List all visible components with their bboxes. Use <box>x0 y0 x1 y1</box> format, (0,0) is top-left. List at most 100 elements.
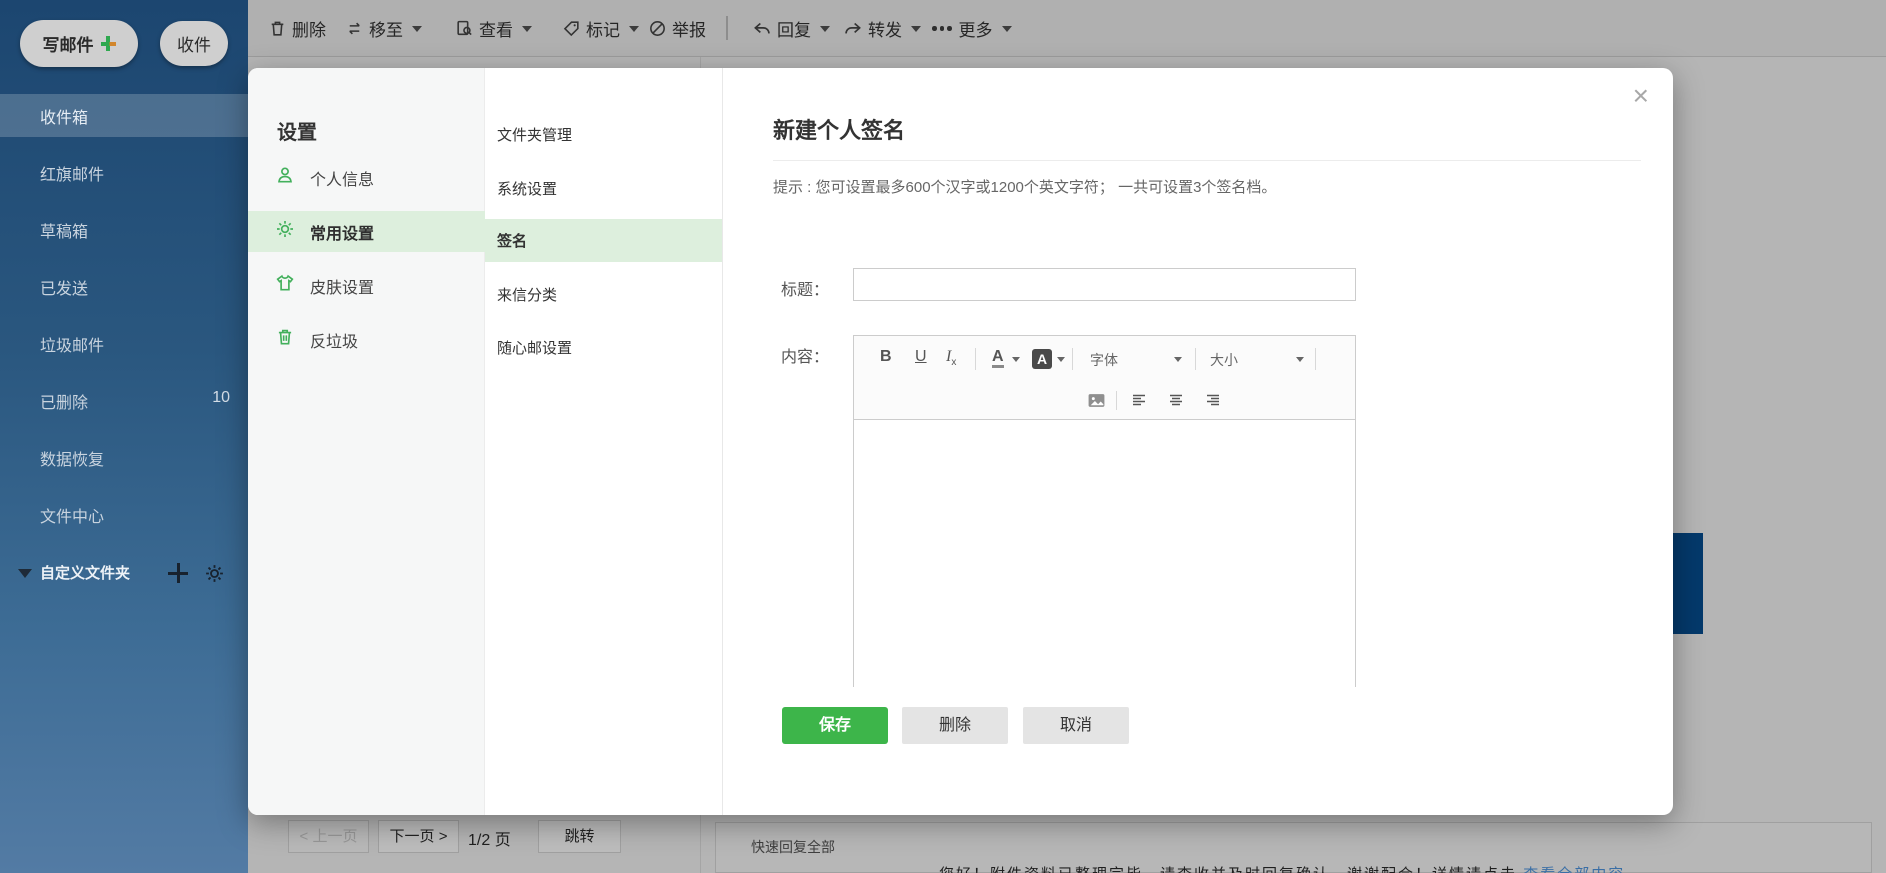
close-icon[interactable]: × <box>1633 82 1649 110</box>
folder-settings-gear-icon[interactable] <box>204 563 225 584</box>
editor-body[interactable] <box>854 420 1355 687</box>
text-color-icon[interactable]: A <box>992 348 1004 368</box>
move-to-dropdown[interactable]: 移至 <box>345 0 422 57</box>
settings-subnav: 文件夹管理 系统设置 签名 来信分类 随心邮设置 <box>485 68 722 815</box>
settings-nav: 设置 个人信息 常用设置 皮肤设置 反垃圾 <box>248 68 485 815</box>
clear-format-icon[interactable]: Ix <box>946 348 956 368</box>
trash-icon <box>271 21 284 36</box>
gear-icon <box>277 221 293 237</box>
settings-modal: 设置 个人信息 常用设置 皮肤设置 反垃圾 文件夹管理 系统设置 签名 来信分类… <box>248 68 1673 815</box>
content-label: 内容： <box>781 349 830 366</box>
signature-title-input[interactable] <box>853 268 1356 301</box>
jump-page-button[interactable]: 跳转 <box>538 820 621 853</box>
underline-icon[interactable]: U <box>915 348 927 366</box>
font-family-select[interactable]: 字体 <box>1090 350 1118 370</box>
add-folder-icon[interactable] <box>168 563 188 583</box>
editor-divider <box>1072 348 1073 370</box>
sidebar-item-spam[interactable]: 垃圾邮件 <box>40 332 230 356</box>
clipped-link: 查看全部内容 <box>1523 866 1625 873</box>
sidebar-item-inbox[interactable]: 收件箱 <box>40 104 230 128</box>
align-center-icon[interactable] <box>1167 391 1185 409</box>
custom-folders-row[interactable]: 自定义文件夹 <box>0 560 248 588</box>
sidebar-item-flagged[interactable]: 红旗邮件 <box>40 161 230 185</box>
sidebar-item-sent[interactable]: 已发送 <box>40 275 230 299</box>
nav-item-anti-spam[interactable]: 反垃圾 <box>248 325 485 355</box>
receive-label: 收件 <box>177 36 211 55</box>
view-dropdown[interactable]: 查看 <box>455 0 532 57</box>
align-left-icon[interactable] <box>1130 391 1148 409</box>
caret-down-icon <box>629 25 639 32</box>
deleted-count-badge: 10 <box>212 389 230 406</box>
title-label: 标题： <box>781 282 830 299</box>
cancel-button[interactable]: 取消 <box>1023 707 1129 744</box>
editor-divider <box>1195 348 1196 370</box>
caret-down-icon <box>522 25 532 32</box>
nav-item-personal-info[interactable]: 个人信息 <box>248 163 485 193</box>
subnav-signature[interactable]: 签名 <box>497 230 527 251</box>
editor-divider <box>1315 348 1316 370</box>
sidebar-item-drafts[interactable]: 草稿箱 <box>40 218 230 242</box>
nav-item-common-settings[interactable]: 常用设置 <box>248 217 485 247</box>
report-icon <box>650 21 665 36</box>
prev-page-button[interactable]: < 上一页 <box>288 820 369 853</box>
tshirt-icon <box>276 274 294 291</box>
custom-folders-label: 自定义文件夹 <box>40 565 131 582</box>
caret-down-icon <box>911 25 921 32</box>
compose-label: 写邮件 <box>42 36 94 55</box>
quick-reply-panel[interactable]: 快速回复全部 您好！附件资料已整理完毕，请查收并及时回复确认，谢谢配合！详情请点… <box>715 822 1872 873</box>
subnav-folder-management[interactable]: 文件夹管理 <box>497 124 572 145</box>
compose-button[interactable]: 写邮件 <box>20 20 138 67</box>
nav-item-skin-settings[interactable]: 皮肤设置 <box>248 271 485 301</box>
caret-down-icon[interactable] <box>1296 357 1304 362</box>
subnav-suixin-mail[interactable]: 随心邮设置 <box>497 337 572 358</box>
panel-title: 新建个人签名 <box>773 118 906 143</box>
compose-plus-icon <box>100 36 116 51</box>
caret-down-icon <box>412 25 422 32</box>
settings-title: 设置 <box>277 122 317 144</box>
person-icon <box>278 167 292 183</box>
page-indicator: 1/2 页 <box>468 832 511 849</box>
reply-icon <box>754 22 770 34</box>
receive-button[interactable]: 收件 <box>160 21 228 66</box>
chevron-down-icon[interactable] <box>18 569 32 578</box>
sidebar-item-file-center[interactable]: 文件中心 <box>40 503 230 527</box>
forward-dropdown[interactable]: 转发 <box>843 0 921 57</box>
quick-reply-label: 快速回复全部 <box>751 839 835 855</box>
editor-toolbar: B U Ix A A 字体 大小 <box>854 336 1355 420</box>
save-button[interactable]: 保存 <box>782 707 888 744</box>
mark-dropdown[interactable]: 标记 <box>562 0 639 57</box>
subnav-system-settings[interactable]: 系统设置 <box>497 178 557 199</box>
font-size-select[interactable]: 大小 <box>1210 350 1238 370</box>
editor-divider <box>1116 391 1117 410</box>
app-screen: 写邮件 收件 收件箱 红旗邮件 草稿箱 已发送 垃圾邮件 已删除 10 数据恢复… <box>0 0 1886 873</box>
next-page-button[interactable]: 下一页 > <box>378 820 459 853</box>
side-tab[interactable] <box>1673 533 1703 634</box>
signature-panel: × 新建个人签名 提示 : 您可设置最多600个汉字或1200个英文字符； 一共… <box>722 68 1673 815</box>
delete-signature-button[interactable]: 删除 <box>902 707 1008 744</box>
caret-down-icon[interactable] <box>1012 357 1020 362</box>
move-icon <box>349 22 360 35</box>
sidebar-item-deleted[interactable]: 已删除 10 <box>40 389 230 413</box>
bg-color-icon[interactable]: A <box>1032 349 1052 369</box>
report-button[interactable]: 举报 <box>648 0 706 57</box>
view-icon <box>457 20 472 36</box>
mail-toolbar: 删除 移至 查看 标记 举报 回复 转发 更多 <box>248 0 1886 57</box>
bold-icon[interactable]: B <box>880 348 892 366</box>
caret-down-icon[interactable] <box>1174 357 1182 362</box>
sidebar-item-data-recovery[interactable]: 数据恢复 <box>40 446 230 470</box>
caret-down-icon <box>820 25 830 32</box>
align-right-icon[interactable] <box>1204 391 1222 409</box>
editor-toolbar-row2 <box>854 384 1355 419</box>
delete-button[interactable]: 删除 <box>268 0 326 57</box>
reply-dropdown[interactable]: 回复 <box>752 0 830 57</box>
editor-toolbar-row1: B U Ix A A 字体 大小 <box>854 336 1355 384</box>
more-dropdown[interactable]: 更多 <box>932 0 1012 57</box>
editor-divider <box>975 348 976 370</box>
caret-down-icon[interactable] <box>1057 357 1065 362</box>
sidebar: 写邮件 收件 收件箱 红旗邮件 草稿箱 已发送 垃圾邮件 已删除 10 数据恢复… <box>0 0 248 873</box>
forward-icon <box>845 22 861 34</box>
title-divider <box>773 160 1641 161</box>
image-icon[interactable] <box>1087 391 1106 410</box>
subnav-mail-classification[interactable]: 来信分类 <box>497 284 557 305</box>
toolbar-divider <box>726 16 728 40</box>
